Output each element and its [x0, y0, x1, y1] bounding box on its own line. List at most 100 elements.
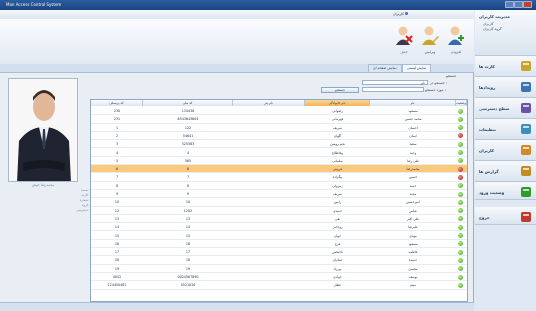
- cell-first: ایمان: [409, 133, 417, 138]
- cell-personnel: 19: [114, 266, 120, 271]
- table-row[interactable]: 12 1202 حمیدی عباس: [91, 207, 467, 215]
- sidebar-item-cards[interactable]: کارت ها: [475, 56, 536, 77]
- table-row[interactable]: 18 18 عبادیان حمیده: [91, 256, 467, 265]
- column-header-father[interactable]: نام پدر: [233, 100, 305, 106]
- cell-last: شریف: [333, 125, 342, 130]
- table-row[interactable]: 5 565 سلمانی علی رضا: [91, 157, 467, 166]
- close-button[interactable]: [523, 1, 532, 8]
- cell-father: [233, 281, 305, 289]
- exit-icon: [519, 210, 533, 224]
- table-row[interactable]: 231 6543643604 قهرمانی محمد حسین: [91, 115, 467, 124]
- add-user-button[interactable]: افزودن: [445, 23, 467, 60]
- minimize-button[interactable]: [505, 1, 514, 8]
- add-user-icon: [447, 25, 465, 47]
- cell-national: 122: [184, 125, 192, 130]
- cell-father: [233, 207, 305, 215]
- cell-personnel: 3: [115, 142, 119, 147]
- cell-last: جوادی: [333, 275, 342, 279]
- table-row[interactable]: 10 10 رامین امیرحسین: [91, 198, 467, 207]
- cell-first: مسعود: [408, 109, 418, 113]
- cell-father: [233, 265, 305, 273]
- cell-national: 15: [185, 233, 191, 238]
- tab-list-view[interactable]: نمایش لیستی: [402, 64, 432, 72]
- edit-user-icon: [421, 25, 439, 47]
- cell-first: محمدرضا: [406, 167, 420, 172]
- cell-first: حمید: [409, 183, 417, 188]
- table-row[interactable]: 15 15 جهان مهدی: [91, 232, 467, 240]
- column-header-status[interactable]: وضعیت: [456, 100, 467, 106]
- table-row[interactable]: 1 122 شریف احسان: [91, 124, 467, 132]
- cell-father: [233, 149, 305, 157]
- table-row[interactable]: 124450481 4521030 عطار میثم: [91, 281, 467, 290]
- cell-first: مسعود: [408, 241, 418, 246]
- cell-personnel: 124450481: [107, 283, 127, 288]
- cell-national: 6543643604: [177, 117, 199, 122]
- search-field-select[interactable]: نام: [362, 80, 428, 85]
- cell-personnel: 6: [115, 167, 119, 172]
- sidebar-item-events[interactable]: رویدادها: [475, 77, 536, 98]
- search-term-input[interactable]: [362, 87, 424, 92]
- status-dot-icon: [458, 233, 463, 238]
- column-header-lastname[interactable]: نام خانوادگی: [305, 100, 370, 106]
- maximize-button[interactable]: [514, 1, 523, 8]
- sidebar-item-reports[interactable]: گزارش ها: [475, 161, 536, 182]
- table-row[interactable]: 7 7 بیگزاده حسین: [91, 173, 467, 182]
- table-row[interactable]: 9 9 شریف مجید: [91, 190, 467, 199]
- table-row[interactable]: 17 17 تاجبخش فاطمه: [91, 248, 467, 257]
- entry-status-icon: [519, 185, 533, 199]
- table-row[interactable]: 230 134436 رضوانی مسعود: [91, 107, 467, 116]
- sidebar-item-settings[interactable]: تنظیمات: [475, 119, 536, 140]
- edit-user-button[interactable]: ویرایش: [419, 23, 441, 60]
- table-row[interactable]: 4052 0024567890 جوادی یوسف: [91, 273, 467, 282]
- ribbon-tab-users[interactable]: کاربران: [393, 12, 404, 16]
- cell-first: میثم: [410, 283, 416, 288]
- cell-last: تاجبخش: [331, 250, 344, 255]
- delete-user-button[interactable]: حذف: [393, 23, 415, 60]
- tab-card-view[interactable]: نمایش صفحه ای: [368, 64, 402, 72]
- title-bar: Man Access Control System: [0, 0, 536, 10]
- sidebar-item-entry-status[interactable]: وضعیت ورود: [475, 182, 536, 200]
- cell-personnel: 5: [115, 158, 119, 163]
- search-term-label: مورد جستجو :: [425, 88, 446, 92]
- status-dot-icon: [458, 191, 463, 197]
- table-row[interactable]: 19 19 نورزاد محسن: [91, 265, 467, 273]
- column-header-firstname[interactable]: نام: [370, 100, 456, 106]
- status-dot-icon: [458, 224, 463, 230]
- sidebar-sub-user-groups[interactable]: گروه کاربران: [483, 27, 502, 32]
- column-header-personnel[interactable]: کد پرسنلی: [91, 100, 143, 106]
- search-button[interactable]: جستجو: [321, 87, 359, 93]
- cell-first: سعید: [409, 142, 417, 147]
- table-row[interactable]: 8 8 زمرولی حمید: [91, 182, 467, 190]
- cell-personnel: 4: [115, 150, 119, 155]
- status-dot-icon: [458, 208, 463, 214]
- cell-national: 14: [185, 225, 191, 230]
- cell-personnel: 10: [114, 200, 120, 205]
- cell-first: محمد حسین: [404, 117, 422, 122]
- cell-personnel: 14: [114, 225, 120, 230]
- cell-last: رضوانی: [332, 109, 343, 113]
- cell-national: 6: [186, 167, 190, 172]
- cell-national: 8: [186, 183, 190, 188]
- cell-last: عطار: [333, 283, 342, 288]
- status-dot-icon: [458, 241, 463, 247]
- table-row[interactable]: 4 4 وفاطلاع وحید: [91, 149, 467, 157]
- table-row[interactable]: 3 525583 نجم روشن سعید: [91, 140, 467, 149]
- sidebar-item-users[interactable]: کاربران: [475, 140, 536, 161]
- table-row[interactable]: 2 54641 آگهان ایمان: [91, 132, 467, 141]
- table-row[interactable]: 6 6 فروش محمدرضا: [91, 165, 467, 174]
- column-header-national[interactable]: کد ملی: [143, 100, 233, 106]
- table-row[interactable]: 16 16 فرج مسعود: [91, 240, 467, 249]
- sidebar-header-user-management[interactable]: مدیریت کاربران کاربران گروه کاربران: [475, 10, 536, 56]
- status-dot-icon: [458, 274, 463, 280]
- cell-national: 525583: [181, 142, 195, 147]
- table-row[interactable]: 13 13 نقی علی اکبر: [91, 215, 467, 224]
- cell-father: [233, 165, 305, 173]
- cell-first: احسان: [408, 125, 418, 130]
- sidebar-item-exit[interactable]: خروج: [475, 207, 536, 225]
- cell-national: 18: [185, 258, 191, 263]
- cell-national: 7: [186, 175, 190, 180]
- access-level-icon: [519, 101, 533, 115]
- table-row[interactable]: 14 14 روحانی علیرضا: [91, 223, 467, 232]
- sidebar-item-access-level[interactable]: سطح دسترسی: [475, 98, 536, 119]
- cell-personnel: 231: [113, 117, 121, 122]
